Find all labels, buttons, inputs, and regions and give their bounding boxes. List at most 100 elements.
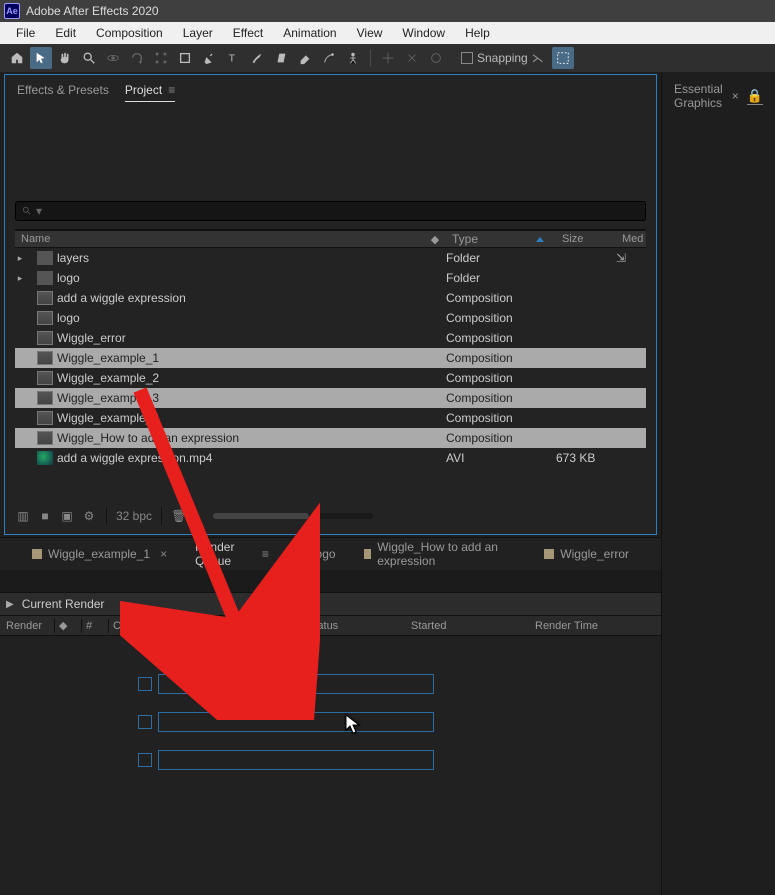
panel-tabs: Effects & Presets Project≡ (5, 75, 656, 108)
item-type: Composition (446, 431, 556, 445)
comp-tab[interactable]: Render Queue≡ (181, 538, 283, 570)
clone-tool[interactable] (270, 47, 292, 69)
drop-target-row[interactable] (138, 750, 434, 770)
comp-tab-label: logo (313, 547, 336, 561)
pen-tool[interactable] (198, 47, 220, 69)
interpret-footage-button[interactable]: ▥ (15, 508, 31, 524)
selection-tool[interactable] (30, 47, 52, 69)
tab-menu-icon[interactable]: ≡ (262, 547, 269, 561)
view-axis-tool[interactable] (425, 47, 447, 69)
col-name[interactable]: Name (15, 233, 424, 245)
item-size: 673 KB (556, 451, 616, 465)
drop-checkbox[interactable] (138, 715, 152, 729)
rqcol-started[interactable]: Started (411, 620, 531, 632)
menu-composition[interactable]: Composition (86, 24, 173, 42)
close-icon[interactable]: × (732, 89, 739, 103)
col-size[interactable]: Size (556, 233, 616, 245)
tab-project[interactable]: Project≡ (125, 83, 175, 102)
project-row[interactable]: ▸layersFolder⇲ (15, 248, 646, 268)
snap-edges-tool[interactable] (552, 47, 574, 69)
brush-tool[interactable] (246, 47, 268, 69)
toolbar-separator (370, 49, 371, 67)
roto-tool[interactable] (318, 47, 340, 69)
drop-slot[interactable] (158, 712, 434, 732)
drop-slot[interactable] (158, 750, 434, 770)
col-type[interactable]: Type (446, 232, 556, 246)
rotate-tool[interactable] (126, 47, 148, 69)
item-name: logo (57, 311, 424, 325)
anchor-tool[interactable] (150, 47, 172, 69)
project-hscrollbar[interactable] (213, 513, 373, 519)
menu-edit[interactable]: Edit (45, 24, 86, 42)
close-icon[interactable]: × (160, 547, 167, 561)
project-row[interactable]: Wiggle_example_3Composition (15, 388, 646, 408)
menu-effect[interactable]: Effect (223, 24, 273, 42)
rqcol-render[interactable]: Render (6, 620, 50, 632)
eraser-tool[interactable] (294, 47, 316, 69)
menu-layer[interactable]: Layer (173, 24, 223, 42)
menu-file[interactable]: File (6, 24, 45, 42)
comp-tab[interactable]: Wiggle_How to add an expression (350, 538, 531, 570)
project-row[interactable]: Wiggle_example_2Composition (15, 368, 646, 388)
project-panel: Effects & Presets Project≡ ▾ Name ◆ Type… (4, 74, 657, 535)
rqcol-num[interactable]: # (86, 620, 104, 632)
hand-tool[interactable] (54, 47, 76, 69)
menu-window[interactable]: Window (392, 24, 455, 42)
project-row[interactable]: Wiggle_example_4Composition (15, 408, 646, 428)
comp-icon (32, 549, 42, 559)
rqcol-comp[interactable]: Comp Name (113, 620, 303, 632)
text-tool[interactable]: T (222, 47, 244, 69)
home-tool[interactable] (6, 47, 28, 69)
item-type: Composition (446, 291, 556, 305)
drop-target-row[interactable] (138, 674, 434, 694)
rqcol-status[interactable]: Status (307, 620, 407, 632)
folder-icon (37, 251, 53, 265)
comp-tab[interactable]: Wiggle_example_1× (18, 538, 181, 570)
comp-tab[interactable]: logo (283, 538, 350, 570)
project-search[interactable]: ▾ (15, 201, 646, 221)
zoom-tool[interactable] (78, 47, 100, 69)
composition-tabs: Wiggle_example_1×Render Queue≡ logo Wiggle… (0, 538, 661, 570)
project-row[interactable]: ▸logoFolder (15, 268, 646, 288)
project-row[interactable]: add a wiggle expressionComposition (15, 288, 646, 308)
world-axis-tool[interactable] (401, 47, 423, 69)
local-axis-tool[interactable] (377, 47, 399, 69)
puppet-tool[interactable] (342, 47, 364, 69)
lock-icon[interactable]: 🔒 (747, 88, 763, 105)
project-row[interactable]: Wiggle_How to add an expressionCompositi… (15, 428, 646, 448)
disclosure-icon[interactable]: ▸ (15, 273, 25, 284)
item-name: add a wiggle expression.mp4 (57, 451, 424, 465)
essential-graphics-tab[interactable]: Essential Graphics (674, 82, 732, 110)
drop-target-row[interactable] (138, 712, 434, 732)
project-row[interactable]: Wiggle_errorComposition (15, 328, 646, 348)
snapping-toggle[interactable]: Snapping ⋋ (461, 51, 544, 65)
orbit-tool[interactable] (102, 47, 124, 69)
project-row[interactable]: Wiggle_example_1Composition (15, 348, 646, 368)
col-media[interactable]: Med (616, 233, 646, 245)
new-folder-button[interactable]: ■ (37, 508, 53, 524)
col-label[interactable]: ◆ (424, 233, 446, 246)
render-queue-body[interactable] (0, 636, 661, 895)
delete-button[interactable]: 🗑 (171, 508, 187, 524)
rqcol-rtime[interactable]: Render Time (535, 620, 655, 632)
menu-help[interactable]: Help (455, 24, 500, 42)
item-name: Wiggle_example_4 (57, 411, 424, 425)
project-rows[interactable]: ▸layersFolder⇲▸logoFolderadd a wiggle ex… (15, 248, 646, 500)
drop-checkbox[interactable] (138, 677, 152, 691)
current-render-row[interactable]: ▶ Current Render (0, 592, 661, 616)
project-row[interactable]: add a wiggle expression.mp4AVI673 KB (15, 448, 646, 468)
bpc-label[interactable]: 32 bpc (116, 509, 152, 523)
tab-effects-presets[interactable]: Effects & Presets (17, 83, 109, 102)
drop-slot[interactable] (158, 674, 434, 694)
drop-checkbox[interactable] (138, 753, 152, 767)
project-settings-button[interactable]: ⚙ (81, 508, 97, 524)
disclosure-icon[interactable]: ▸ (15, 253, 25, 264)
comp-icon (37, 431, 53, 445)
menu-animation[interactable]: Animation (273, 24, 346, 42)
shape-tool[interactable] (174, 47, 196, 69)
rqcol-tag[interactable]: ◆ (59, 619, 77, 632)
menu-view[interactable]: View (347, 24, 393, 42)
comp-tab[interactable]: Wiggle_error (530, 538, 643, 570)
new-comp-button[interactable]: ▣ (59, 508, 75, 524)
project-row[interactable]: logoComposition (15, 308, 646, 328)
